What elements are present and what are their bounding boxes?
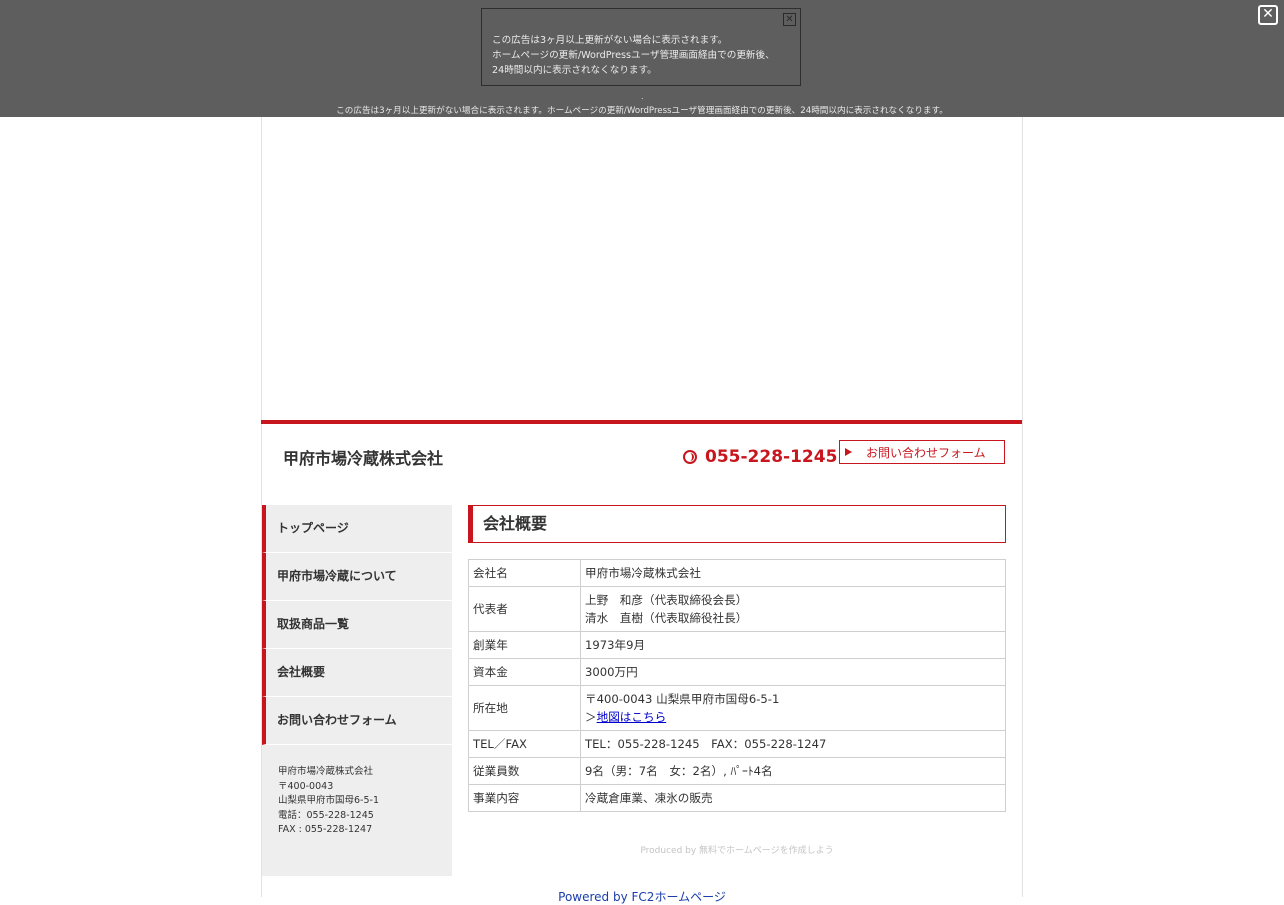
- row-value: 9名（男：7名 女：2名）, ﾊﾟｰﾄ4名: [580, 757, 1006, 785]
- phone-icon: [683, 450, 697, 464]
- map-link-line: ＞地図はこちら: [585, 708, 1001, 726]
- row-value-line: 〒400-0043 山梨県甲府市国母6-5-1: [585, 692, 780, 706]
- table-row: 所在地 〒400-0043 山梨県甲府市国母6-5-1 ＞地図はこちら: [468, 685, 1006, 731]
- row-value-line: 冷蔵倉庫業、凍氷の販売: [585, 791, 713, 805]
- ad-overlay: この広告は3ヶ月以上更新がない場合に表示されます。 ホームページの更新/Word…: [0, 0, 1284, 117]
- table-row: 資本金 3000万円: [468, 658, 1006, 686]
- table-row: 創業年 1973年9月: [468, 631, 1006, 659]
- ad-box[interactable]: この広告は3ヶ月以上更新がない場合に表示されます。 ホームページの更新/Word…: [481, 8, 801, 86]
- header-red-bar: [261, 420, 1022, 424]
- row-value: 〒400-0043 山梨県甲府市国母6-5-1 ＞地図はこちら: [580, 685, 1006, 731]
- row-label: 創業年: [468, 631, 581, 659]
- phone-number: 055-228-1245: [705, 447, 838, 467]
- ad-line: 24時間以内に表示されなくなります。: [492, 65, 657, 76]
- row-label: 資本金: [468, 658, 581, 686]
- address-line: 電話：055-228-1245: [278, 809, 374, 821]
- row-label: 所在地: [468, 685, 581, 731]
- ad-close-icon[interactable]: ✕: [783, 13, 796, 26]
- company-info-table: 会社名 甲府市場冷蔵株式会社 代表者 上野 和彦（代表取締役会長） 清水 直樹（…: [468, 559, 1006, 812]
- sidebar-item-about[interactable]: 甲府市場冷蔵について: [262, 553, 452, 601]
- page-title: 会社概要: [468, 505, 1006, 543]
- site-title[interactable]: 甲府市場冷蔵株式会社: [283, 445, 443, 469]
- triangle-right-icon: [845, 448, 852, 456]
- row-value: TEL：055-228-1245 FAX：055-228-1247: [580, 730, 1006, 758]
- row-value: 甲府市場冷蔵株式会社: [580, 559, 1006, 587]
- map-link-prefix: ＞: [585, 710, 597, 724]
- contact-form-button[interactable]: お問い合わせフォーム: [839, 440, 1005, 464]
- ad-line: ホームページの更新/WordPressユーザ管理画面経由での更新後、: [492, 50, 775, 61]
- produced-by-text[interactable]: Produced by 無料でホームページを作成しよう: [468, 843, 1006, 856]
- sidebar-item-contact[interactable]: お問い合わせフォーム: [262, 697, 452, 745]
- ad-dot: .: [641, 92, 644, 101]
- row-value-line: TEL：055-228-1245 FAX：055-228-1247: [585, 737, 827, 751]
- map-link[interactable]: 地図はこちら: [597, 710, 667, 724]
- row-value-line: 9名（男：7名 女：2名）, ﾊﾟｰﾄ4名: [585, 764, 773, 778]
- row-value: 上野 和彦（代表取締役会長） 清水 直樹（代表取締役社長）: [580, 586, 1006, 632]
- table-row: 代表者 上野 和彦（代表取締役会長） 清水 直樹（代表取締役社長）: [468, 586, 1006, 632]
- row-value-line: 甲府市場冷蔵株式会社: [585, 566, 701, 580]
- contact-form-button-label: お問い合わせフォーム: [866, 445, 986, 460]
- row-value: 3000万円: [580, 658, 1006, 686]
- sidebar-item-company[interactable]: 会社概要: [262, 649, 452, 697]
- table-row: TEL／FAX TEL：055-228-1245 FAX：055-228-124…: [468, 730, 1006, 758]
- address-line: 甲府市場冷蔵株式会社: [278, 766, 374, 777]
- sidebar-item-products[interactable]: 取扱商品一覧: [262, 601, 452, 649]
- row-label: 従業員数: [468, 757, 581, 785]
- address-line: 山梨県甲府市国母6-5-1: [278, 795, 379, 807]
- row-value: 冷蔵倉庫業、凍氷の販売: [580, 784, 1006, 812]
- sidebar-address: 甲府市場冷蔵株式会社 〒400-0043 山梨県甲府市国母6-5-1 電話：05…: [262, 745, 452, 838]
- row-value: 1973年9月: [580, 631, 1006, 659]
- table-row: 会社名 甲府市場冷蔵株式会社: [468, 559, 1006, 587]
- table-row: 従業員数 9名（男：7名 女：2名）, ﾊﾟｰﾄ4名: [468, 757, 1006, 785]
- sidebar-item-top[interactable]: トップページ: [262, 505, 452, 553]
- row-value-line: 清水 直樹（代表取締役社長）: [585, 611, 748, 625]
- overlay-close-icon[interactable]: ✕: [1258, 5, 1278, 25]
- header-phone: 055-228-1245: [683, 447, 837, 467]
- address-line: 〒400-0043: [278, 780, 334, 792]
- row-label: 代表者: [468, 586, 581, 632]
- row-label: 会社名: [468, 559, 581, 587]
- row-value-line: 1973年9月: [585, 638, 646, 652]
- overlay-notice-text: この広告は3ヶ月以上更新がない場合に表示されます。ホームページの更新/WordP…: [336, 106, 948, 116]
- table-row: 事業内容 冷蔵倉庫業、凍氷の販売: [468, 784, 1006, 812]
- row-label: 事業内容: [468, 784, 581, 812]
- row-label: TEL／FAX: [468, 730, 581, 758]
- ad-line: この広告は3ヶ月以上更新がない場合に表示されます。: [492, 35, 728, 46]
- address-line: FAX : 055-228-1247: [278, 824, 373, 836]
- row-value-line: 上野 和彦（代表取締役会長）: [585, 593, 748, 607]
- row-value-line: 3000万円: [585, 665, 638, 679]
- sidebar: トップページ 甲府市場冷蔵について 取扱商品一覧 会社概要 お問い合わせフォーム…: [262, 505, 452, 876]
